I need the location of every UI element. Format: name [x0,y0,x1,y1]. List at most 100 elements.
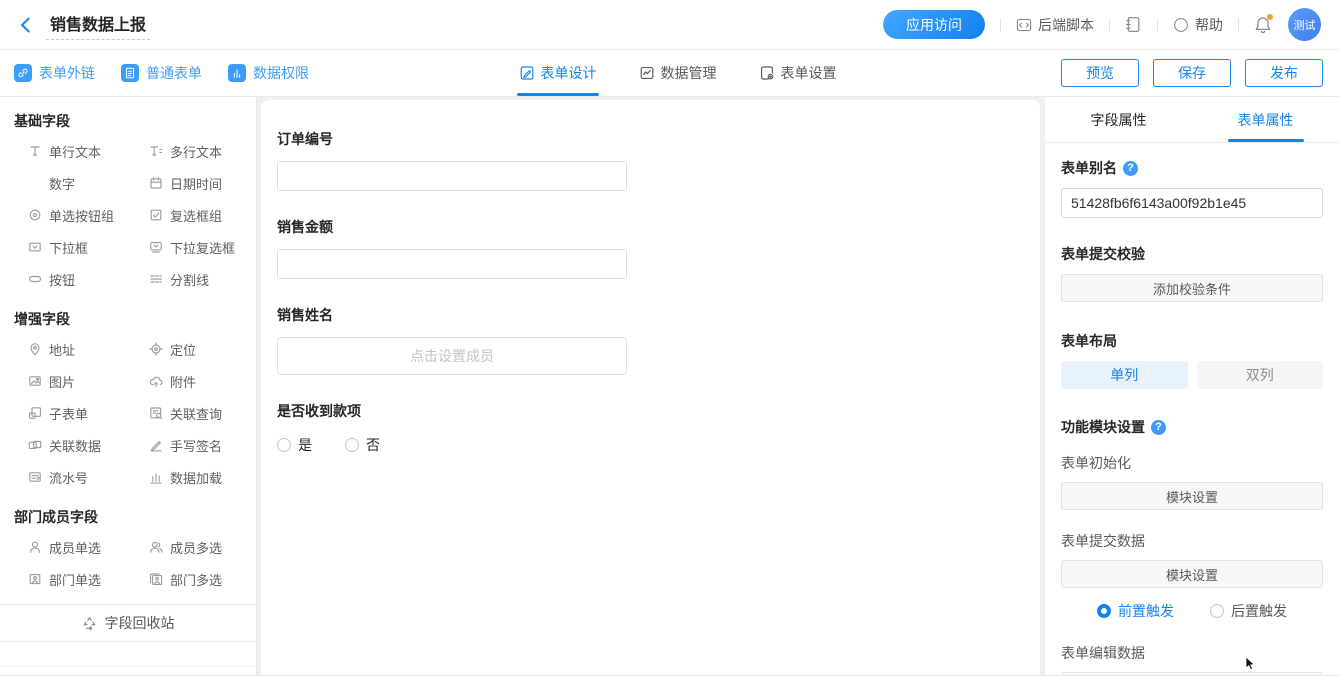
sales-amount-input[interactable] [277,249,627,279]
module-setting-button-init[interactable]: 模块设置 [1061,482,1323,510]
add-validation-button[interactable]: 添加校验条件 [1061,274,1323,302]
canvas-field-order-number[interactable]: 订单编号 [277,129,1024,191]
canvas-field-sales-name[interactable]: 销售姓名 点击设置成员 [277,305,1024,375]
app-access-button[interactable]: 应用访问 [883,10,985,39]
view-switch: 表单外链 普通表单 数据权限 [14,50,309,96]
form-alias-heading: 表单别名 [1061,158,1323,178]
dept-multi-icon [149,572,163,586]
member-single-icon [28,540,42,554]
field-group-title: 部门成员字段 [14,508,242,526]
field-item-serial-number[interactable]: 流水号 [14,461,135,493]
form-design-icon [519,65,535,81]
form-canvas[interactable]: 订单编号 销售金额 销售姓名 点击设置成员 是否收到款项 是 否 [261,100,1040,675]
field-item-member-single[interactable]: 成员单选 [14,531,135,563]
pre-trigger-radio[interactable]: 前置触发 [1097,601,1174,621]
form-external-link[interactable]: 表单外链 [14,63,95,83]
publish-button[interactable]: 发布 [1245,59,1323,87]
notification-bell[interactable] [1254,16,1272,34]
field-item-dept-single[interactable]: 部门单选 [14,563,135,595]
canvas-field-payment-received[interactable]: 是否收到款项 是 否 [277,401,1024,455]
field-item-multi-select[interactable]: 下拉复选框 [135,231,256,263]
address-book-icon[interactable] [1125,16,1142,33]
field-item-address[interactable]: 地址 [14,333,135,365]
field-grid: 地址 定位 图片 附件 子表单 关联查询 关联数据 手写签名 流水号 数据加载 [14,333,256,493]
button-icon [28,272,42,286]
dept-single-icon [28,572,42,586]
checkbox-group-icon [149,208,163,222]
multi-select-icon [149,240,163,254]
recycle-icon [82,616,97,631]
center-tabs: 表单设计 数据管理 表单设置 [519,50,837,96]
topbar-right: 应用访问 后端脚本 帮助 测试 [883,8,1321,41]
form-toolbar: 表单外链 普通表单 数据权限 表单设计 数据管理 表单设置 预览 保存 发布 [0,50,1339,97]
layout-double-button[interactable]: 双列 [1197,361,1324,389]
field-label: 销售姓名 [277,305,1024,325]
document-icon [121,64,139,82]
image-icon [28,374,42,388]
member-picker[interactable]: 点击设置成员 [277,337,627,375]
help-icon [1173,17,1189,33]
radio-circle-selected [1097,604,1111,618]
field-item-number[interactable]: 数字 [14,167,135,199]
tab-form-properties[interactable]: 表单属性 [1192,97,1339,142]
module-setting-button-submit[interactable]: 模块设置 [1061,560,1323,588]
preview-button[interactable]: 预览 [1061,59,1139,87]
address-icon [28,342,42,356]
form-alias-input[interactable] [1061,188,1323,218]
field-group-title: 基础字段 [14,112,242,130]
layout-toggle: 单列 双列 [1061,361,1323,389]
user-avatar[interactable]: 测试 [1288,8,1321,41]
linked-data-icon [28,438,42,452]
field-item-data-load[interactable]: 数据加载 [135,461,256,493]
edit-data-label: 表单编辑数据 [1061,643,1323,663]
serial-number-icon [28,470,42,484]
field-item-divider[interactable]: 分割线 [135,263,256,295]
data-permission[interactable]: 数据权限 [228,63,309,83]
radio-option-yes[interactable]: 是 [277,435,312,455]
field-item-member-multi[interactable]: 成员多选 [135,531,256,563]
field-item-single-line-text[interactable]: 单行文本 [14,135,135,167]
divider [1000,18,1001,32]
tab-data-manage[interactable]: 数据管理 [639,50,717,96]
field-item-select[interactable]: 下拉框 [14,231,135,263]
field-item-subform[interactable]: 子表单 [14,397,135,429]
field-item-locate[interactable]: 定位 [135,333,256,365]
post-trigger-radio[interactable]: 后置触发 [1210,601,1287,621]
field-group-title: 增强字段 [14,310,242,328]
field-recycle-bin[interactable]: 字段回收站 [0,604,256,642]
normal-form[interactable]: 普通表单 [121,63,202,83]
save-button[interactable]: 保存 [1153,59,1231,87]
field-item-checkbox-group[interactable]: 复选框组 [135,199,256,231]
field-label: 销售金额 [277,217,1024,237]
layout-single-button[interactable]: 单列 [1061,361,1188,389]
field-item-button[interactable]: 按钮 [14,263,135,295]
select-icon [28,240,42,254]
divider [1238,18,1239,32]
field-item-linked-data[interactable]: 关联数据 [14,429,135,461]
field-item-radio-group[interactable]: 单选按钮组 [14,199,135,231]
help-question-icon[interactable] [1123,161,1138,176]
tab-field-properties[interactable]: 字段属性 [1045,97,1192,142]
back-icon[interactable] [16,15,36,35]
field-item-multi-line-text[interactable]: 多行文本 [135,135,256,167]
tab-form-design[interactable]: 表单设计 [519,50,597,96]
field-item-datetime[interactable]: 日期时间 [135,167,256,199]
form-layout-heading: 表单布局 [1061,331,1323,351]
canvas-area: 订单编号 销售金额 销售姓名 点击设置成员 是否收到款项 是 否 [257,97,1045,675]
backend-script-button[interactable]: 后端脚本 [1016,15,1094,35]
field-item-dept-multi[interactable]: 部门多选 [135,563,256,595]
member-picker-placeholder: 点击设置成员 [410,346,494,366]
help-button[interactable]: 帮助 [1173,15,1223,35]
field-item-attachment[interactable]: 附件 [135,365,256,397]
field-item-linked-query[interactable]: 关联查询 [135,397,256,429]
field-item-signature[interactable]: 手写签名 [135,429,256,461]
form-settings-icon [759,65,775,81]
help-question-icon[interactable] [1151,420,1166,435]
multi-line-text-icon [149,144,163,158]
tab-form-settings[interactable]: 表单设置 [759,50,837,96]
field-item-image[interactable]: 图片 [14,365,135,397]
canvas-field-sales-amount[interactable]: 销售金额 [277,217,1024,279]
radio-option-no[interactable]: 否 [345,435,380,455]
code-icon [1016,17,1032,33]
order-number-input[interactable] [277,161,627,191]
